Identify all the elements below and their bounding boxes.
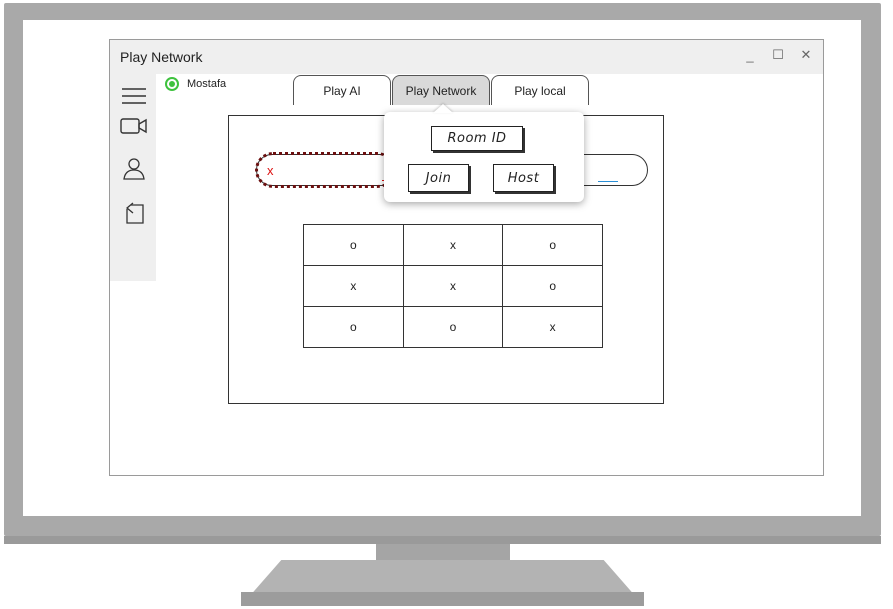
exit-icon[interactable] [120, 199, 148, 227]
menu-icon[interactable] [120, 82, 148, 110]
board-cell[interactable]: x [402, 224, 504, 266]
board-cell[interactable]: x [402, 265, 504, 307]
monitor-bezel [4, 536, 881, 544]
game-board: o x o x x o o o x [303, 224, 603, 348]
user-name: Mostafa [187, 78, 227, 90]
tab-play-ai[interactable]: Play AI [293, 75, 391, 105]
board-cell[interactable]: x [303, 265, 404, 307]
tab-play-network[interactable]: Play Network [392, 75, 490, 105]
maximize-button[interactable]: ☐ [769, 46, 787, 64]
monitor-base-edge [241, 592, 644, 606]
board-row: x x o [303, 265, 603, 307]
board-cell[interactable]: o [303, 306, 404, 348]
app-window: Play Network _ ☐ ✕ Mostafa Play AI Play … [109, 39, 824, 476]
room-id-input[interactable]: Room ID [431, 126, 523, 151]
join-button[interactable]: Join [408, 164, 469, 192]
board-cell[interactable]: o [402, 306, 504, 348]
user-status: Mostafa [165, 77, 226, 91]
popup-arrow [433, 104, 453, 113]
board-row: o x o [303, 224, 603, 266]
video-camera-icon[interactable] [120, 112, 148, 140]
board-cell[interactable]: o [502, 265, 603, 307]
close-button[interactable]: ✕ [797, 46, 815, 64]
user-icon[interactable] [120, 154, 148, 182]
minimize-button[interactable]: _ [741, 46, 759, 64]
window-controls: _ ☐ ✕ [741, 46, 815, 64]
board-cell[interactable]: o [303, 224, 404, 266]
online-status-icon [165, 77, 179, 91]
player-score-highlight [255, 152, 395, 188]
tab-play-local[interactable]: Play local [491, 75, 589, 105]
board-cell[interactable]: x [502, 306, 603, 348]
player-mark: x [267, 163, 274, 178]
host-button[interactable]: Host [493, 164, 554, 192]
window-title: Play Network [120, 49, 203, 65]
board-row: o o x [303, 306, 603, 348]
titlebar: Play Network _ ☐ ✕ [110, 40, 823, 74]
board-cell[interactable]: o [502, 224, 603, 266]
opponent-score-line [598, 181, 618, 182]
sidebar [110, 74, 156, 281]
